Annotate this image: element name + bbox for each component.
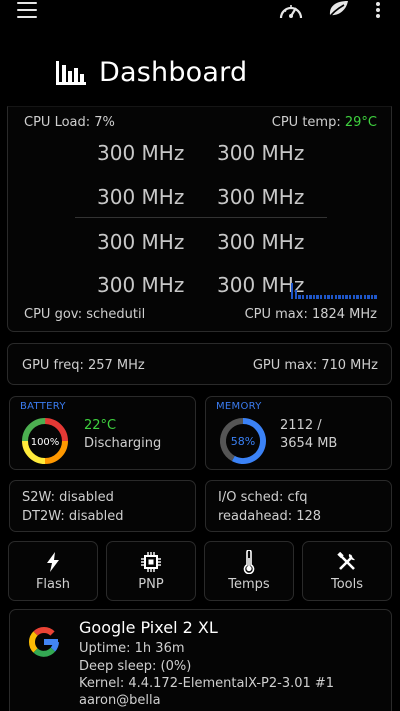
- memory-percent: 58%: [231, 435, 255, 448]
- gpu-card[interactable]: GPU freq: 257 MHz GPU max: 710 MHz: [7, 343, 392, 385]
- io-readahead: readahead: 128: [218, 509, 322, 524]
- google-g-icon: [28, 626, 59, 657]
- cpu-load-bar: [374, 294, 377, 299]
- gpu-max: GPU max: 710 MHz: [252, 358, 378, 373]
- device-card[interactable]: Google Pixel 2 XL Uptime: 1h 36m Deep sl…: [9, 609, 392, 711]
- cpu-card[interactable]: CPU Load: 7% CPU temp: 29°C 300 MHz 300 …: [7, 106, 392, 332]
- pnp-button[interactable]: PNP: [106, 541, 196, 601]
- core-freq-0: 300 MHz: [97, 141, 185, 165]
- cpu-load-bar: [338, 294, 341, 299]
- temps-label: Temps: [228, 577, 270, 592]
- core-freq-4: 300 MHz: [97, 230, 185, 254]
- cpu-load-bar: [301, 294, 305, 299]
- bar-chart-icon: [56, 61, 86, 85]
- cpu-load-bar: [291, 283, 294, 299]
- flash-icon: [47, 552, 59, 572]
- speedometer-icon[interactable]: [279, 1, 303, 21]
- cpu-load: CPU Load: 7%: [24, 115, 115, 130]
- battery-status: Discharging: [84, 436, 162, 451]
- cpu-load-bar: [323, 294, 327, 299]
- cluster-divider: [75, 217, 327, 218]
- cpu-temp: CPU temp: 29°C: [272, 115, 377, 130]
- device-uptime: Uptime: 1h 36m: [79, 641, 185, 656]
- temps-button[interactable]: Temps: [204, 541, 294, 601]
- device-kernel: Kernel: 4.4.172-ElementalX-P2-3.01 #1: [79, 676, 335, 691]
- cpu-load-bar: [294, 289, 298, 299]
- battery-label: BATTERY: [20, 401, 66, 412]
- cpu-temp-label: CPU temp:: [271, 115, 341, 130]
- chip-icon: [141, 552, 161, 572]
- page-header: Dashboard: [56, 52, 247, 92]
- io-card[interactable]: I/O sched: cfq readahead: 128: [205, 480, 392, 532]
- memory-label: MEMORY: [216, 401, 262, 412]
- pnp-label: PNP: [138, 577, 164, 592]
- battery-ring: 100%: [22, 418, 68, 464]
- tools-label: Tools: [330, 577, 364, 592]
- more-vert-icon[interactable]: [373, 1, 383, 19]
- cpu-load-graph: [291, 257, 378, 299]
- battery-temp: 22°C: [84, 418, 117, 433]
- cpu-temp-value: 29°C: [344, 115, 377, 130]
- cpu-load-bar: [316, 294, 319, 299]
- flash-label: Flash: [35, 577, 71, 592]
- cpu-load-bar: [345, 294, 348, 299]
- cpu-load-bar: [370, 294, 374, 299]
- flash-button[interactable]: Flash: [8, 541, 98, 601]
- cpu-max-freq: CPU max: 1824 MHz: [244, 307, 377, 322]
- core-freq-6: 300 MHz: [97, 273, 185, 297]
- menu-icon[interactable]: [17, 2, 37, 18]
- core-freq-1: 300 MHz: [217, 141, 305, 165]
- leaf-icon[interactable]: [326, 0, 350, 20]
- cpu-load-bar: [312, 294, 316, 299]
- cpu-load-bar: [359, 294, 363, 299]
- cpu-load-bar: [334, 294, 337, 299]
- dt2w-status: DT2W: disabled: [22, 509, 124, 524]
- memory-card[interactable]: MEMORY 58% 2112 / 3654 MB: [205, 396, 392, 470]
- io-scheduler: I/O sched: cfq: [218, 490, 308, 505]
- device-name: Google Pixel 2 XL: [79, 618, 218, 637]
- cpu-load-bar: [356, 294, 359, 299]
- wake-gestures-card[interactable]: S2W: disabled DT2W: disabled: [9, 480, 196, 532]
- battery-percent: 100%: [31, 437, 60, 448]
- memory-ring: 58%: [220, 418, 266, 464]
- cpu-governor: CPU gov: schedutil: [24, 307, 146, 322]
- page-title: Dashboard: [99, 56, 248, 88]
- cpu-load-bar: [341, 294, 345, 299]
- thermometer-icon: [243, 550, 255, 574]
- tools-button[interactable]: Tools: [302, 541, 392, 601]
- tools-icon: [337, 552, 355, 570]
- core-freq-2: 300 MHz: [97, 185, 185, 209]
- s2w-status: S2W: disabled: [22, 490, 114, 505]
- cpu-load-bar: [320, 294, 323, 299]
- device-deep-sleep: Deep sleep: (0%): [79, 659, 192, 674]
- cpu-load-bar: [367, 294, 370, 299]
- memory-total: 3654 MB: [280, 436, 338, 451]
- cpu-load-bar: [305, 295, 308, 299]
- battery-card[interactable]: BATTERY 100% 22°C Discharging: [9, 396, 196, 470]
- core-freq-5: 300 MHz: [217, 230, 305, 254]
- device-user: aaron@bella: [79, 693, 161, 708]
- gpu-freq: GPU freq: 257 MHz: [22, 358, 145, 373]
- top-app-bar: [0, 0, 400, 24]
- cpu-load-bar: [327, 294, 330, 299]
- cpu-load-bar: [298, 294, 301, 299]
- memory-used: 2112 /: [280, 418, 322, 433]
- cpu-load-bar: [309, 294, 312, 299]
- cpu-load-bar: [330, 295, 334, 299]
- cpu-load-bar: [363, 294, 366, 299]
- cpu-load-bar: [349, 294, 352, 299]
- core-freq-3: 300 MHz: [217, 185, 305, 209]
- cpu-load-bar: [352, 294, 356, 299]
